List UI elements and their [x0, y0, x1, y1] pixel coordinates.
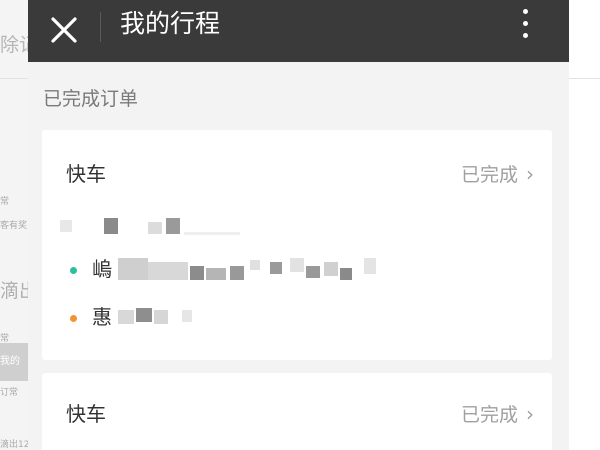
header-divider [100, 12, 101, 42]
order-status-link[interactable]: 已完成 › [461, 160, 534, 189]
destination-address-redacted [118, 304, 198, 330]
background-text: 滴出 [0, 280, 28, 302]
more-vertical-icon[interactable] [514, 6, 538, 42]
origin-address-redacted [118, 256, 408, 282]
background-text: 订常 [0, 388, 19, 398]
order-type: 快车 [66, 402, 106, 426]
background-text: 滴出12月 [0, 440, 28, 450]
background-highlight: 我的 [0, 343, 28, 381]
order-status: 已完成 [460, 404, 518, 426]
background-divider [0, 78, 28, 79]
trip-panel: 我的行程 已完成订单 快车 已完成 › 嵨 惠 快车 已完成 › [28, 0, 569, 450]
origin-address: 嵨 [92, 256, 408, 282]
section-label: 已完成订单 [43, 88, 139, 110]
background-text: 除记 [0, 34, 28, 56]
order-status: 已完成 [460, 164, 518, 186]
destination-address: 惠 [92, 304, 198, 330]
top-bar: 我的行程 [28, 0, 569, 62]
order-type: 快车 [66, 162, 106, 186]
background-page-left: 除记 常 客有奖 滴出 常 我的 订常 滴出12月 [0, 0, 28, 450]
destination-address-prefix: 惠 [92, 305, 112, 329]
background-divider [568, 78, 600, 79]
background-text: 常 [0, 197, 10, 207]
page-title: 我的行程 [120, 9, 221, 38]
order-card[interactable]: 快车 已完成 › 嵨 惠 [42, 130, 552, 360]
destination-dot [70, 315, 77, 322]
order-card[interactable]: 快车 已完成 › [42, 373, 552, 450]
order-time-redacted [60, 216, 240, 238]
close-icon[interactable] [42, 8, 86, 52]
order-status-link[interactable]: 已完成 › [461, 400, 534, 429]
background-text: 客有奖 [0, 221, 28, 231]
background-page-right [567, 0, 600, 450]
origin-address-prefix: 嵨 [92, 257, 112, 281]
chevron-right-icon: › [526, 162, 534, 186]
chevron-right-icon: › [526, 402, 534, 426]
origin-dot [70, 267, 77, 274]
